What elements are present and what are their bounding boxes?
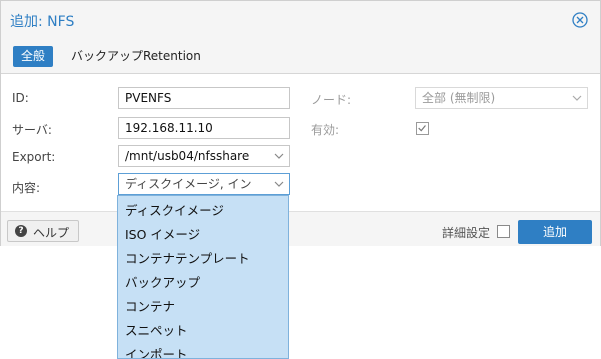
enabled-checkbox[interactable] [416,122,429,135]
checkmark-icon [418,125,426,132]
dropdown-item-import[interactable]: インポート [125,344,188,358]
chevron-down-icon [274,153,284,159]
help-button[interactable]: ? ヘルプ [7,220,79,242]
export-value: /mnt/usb04/nfsshare [125,149,250,163]
dropdown-item-container-template[interactable]: コンテナテンプレート [125,248,250,267]
dialog-header: 追加: NFS [1,1,600,40]
server-label: サーバ: [12,123,52,137]
tab-bar: 全般 バックアップRetention [1,39,600,74]
node-label: ノード: [311,93,352,107]
close-icon[interactable] [572,12,588,28]
tab-backup-retention[interactable]: バックアップRetention [71,46,201,67]
dropdown-item-iso-image[interactable]: ISO イメージ [125,224,200,243]
content-label: 内容: [12,181,41,195]
export-select[interactable]: /mnt/usb04/nfsshare [118,145,290,167]
content-select[interactable]: ディスクイメージ, イン [118,173,290,195]
tab-general[interactable]: 全般 [13,46,53,67]
chevron-down-icon [572,95,582,101]
dropdown-item-container[interactable]: コンテナ [125,296,175,315]
advanced-settings-label: 詳細設定 [442,226,491,240]
add-button[interactable]: 追加 [518,220,592,244]
node-value: 全部 (無制限) [422,91,496,105]
id-input[interactable]: PVENFS [118,87,290,109]
chevron-down-icon [274,181,284,187]
dropdown-item-backup[interactable]: バックアップ [125,272,200,291]
enabled-label: 有効: [311,123,340,137]
server-input[interactable]: 192.168.11.10 [118,117,290,139]
export-label: Export: [12,150,56,164]
add-nfs-dialog: 追加: NFS 全般 バックアップRetention ID: PVENFS サー… [0,0,601,246]
dialog-footer: ? ヘルプ 詳細設定 追加 [1,211,600,246]
content-value: ディスクイメージ, イン [125,177,252,191]
dropdown-item-disk-image[interactable]: ディスクイメージ [125,200,224,219]
node-select[interactable]: 全部 (無制限) [415,87,588,109]
help-icon: ? [15,225,27,237]
id-label: ID: [12,91,29,105]
help-label: ヘルプ [33,226,70,240]
advanced-settings-checkbox[interactable] [497,225,510,238]
dropdown-item-snippet[interactable]: スニペット [125,320,188,339]
content-dropdown-list: ディスクイメージ ISO イメージ コンテナテンプレート バックアップ コンテナ… [117,195,289,359]
dialog-title: 追加: NFS [10,14,75,30]
